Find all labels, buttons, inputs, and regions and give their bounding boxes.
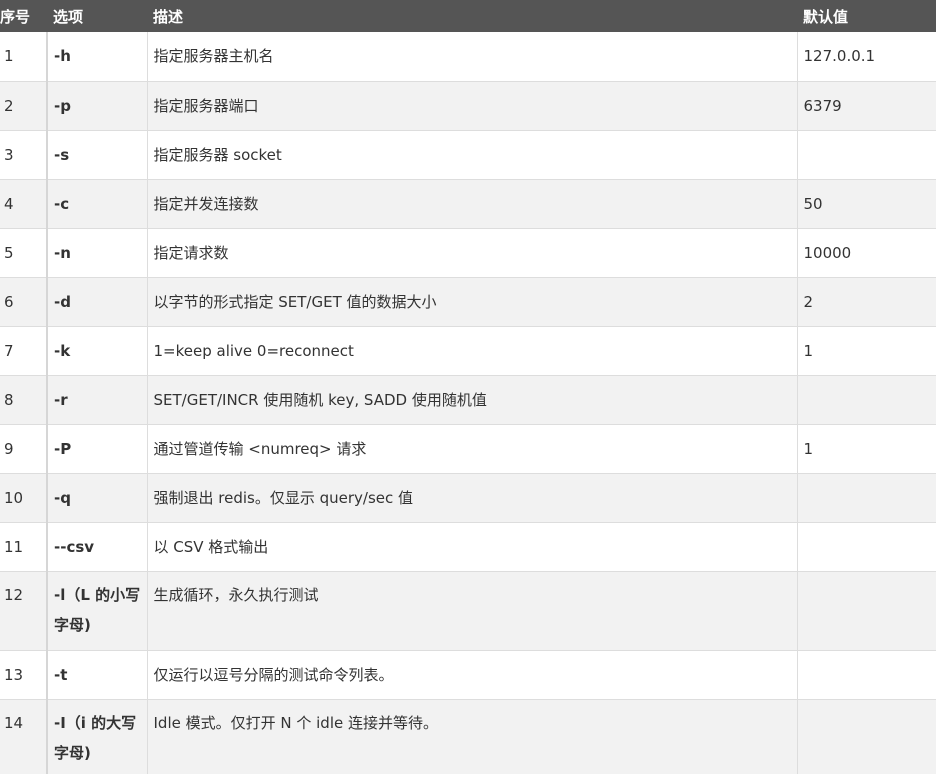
cell-no: 7 xyxy=(0,326,47,376)
cell-description: 指定并发连接数 xyxy=(146,179,797,229)
cell-no: 14 xyxy=(0,699,47,774)
cell-default xyxy=(796,473,936,523)
cell-option: -q xyxy=(46,473,147,523)
cell-description: 指定服务器 socket xyxy=(146,130,797,180)
header-description: 描述 xyxy=(153,7,184,26)
cell-default xyxy=(796,650,936,700)
cell-description: 以字节的形式指定 SET/GET 值的数据大小 xyxy=(146,277,797,327)
table-row: 13 -t 仅运行以逗号分隔的测试命令列表。 xyxy=(0,650,936,700)
table-row: 1 -h 指定服务器主机名 127.0.0.1 xyxy=(0,32,936,82)
cell-default: 10000 xyxy=(796,228,936,278)
cell-description: 通过管道传输 <numreq> 请求 xyxy=(146,424,797,474)
cell-description: 指定服务器主机名 xyxy=(146,32,797,82)
cell-option: -p xyxy=(46,81,147,131)
cell-option: -h xyxy=(46,32,147,82)
cell-no: 9 xyxy=(0,424,47,474)
cell-default: 1 xyxy=(796,424,936,474)
cell-option: -l（L 的小写字母) xyxy=(46,571,147,651)
cell-description: 强制退出 redis。仅显示 query/sec 值 xyxy=(146,473,797,523)
table-row: 4 -c 指定并发连接数 50 xyxy=(0,179,936,229)
cell-description: 指定服务器端口 xyxy=(146,81,797,131)
cell-option: -d xyxy=(46,277,147,327)
table-row: 3 -s 指定服务器 socket xyxy=(0,130,936,180)
cell-option: -P xyxy=(46,424,147,474)
cell-default: 1 xyxy=(796,326,936,376)
table-row: 10 -q 强制退出 redis。仅显示 query/sec 值 xyxy=(0,473,936,523)
table-row: 9 -P 通过管道传输 <numreq> 请求 1 xyxy=(0,424,936,474)
cell-no: 1 xyxy=(0,32,47,82)
cell-no: 6 xyxy=(0,277,47,327)
cell-description: SET/GET/INCR 使用随机 key, SADD 使用随机值 xyxy=(146,375,797,425)
cell-no: 8 xyxy=(0,375,47,425)
cell-no: 12 xyxy=(0,571,47,651)
cell-no: 10 xyxy=(0,473,47,523)
cell-default xyxy=(796,522,936,572)
table-header-row: 序号 选项 描述 默认值 xyxy=(0,0,936,32)
cell-default xyxy=(796,571,936,651)
cell-no: 2 xyxy=(0,81,47,131)
cell-description: Idle 模式。仅打开 N 个 idle 连接并等待。 xyxy=(146,699,797,774)
cell-option: -k xyxy=(46,326,147,376)
cell-no: 11 xyxy=(0,522,47,572)
table-row: 2 -p 指定服务器端口 6379 xyxy=(0,81,936,131)
cell-default xyxy=(796,699,936,774)
cell-option: -I（i 的大写字母) xyxy=(46,699,147,774)
cell-no: 3 xyxy=(0,130,47,180)
table-row: 7 -k 1=keep alive 0=reconnect 1 xyxy=(0,326,936,376)
table-row: 12 -l（L 的小写字母) 生成循环，永久执行测试 xyxy=(0,571,936,651)
table-row: 5 -n 指定请求数 10000 xyxy=(0,228,936,278)
cell-option: -r xyxy=(46,375,147,425)
cell-no: 13 xyxy=(0,650,47,700)
cell-description: 生成循环，永久执行测试 xyxy=(146,571,797,651)
cell-description: 1=keep alive 0=reconnect xyxy=(146,326,797,376)
cell-description: 指定请求数 xyxy=(146,228,797,278)
header-no: 序号 xyxy=(0,7,31,26)
cell-option: -t xyxy=(46,650,147,700)
table-row: 8 -r SET/GET/INCR 使用随机 key, SADD 使用随机值 xyxy=(0,375,936,425)
cell-default: 2 xyxy=(796,277,936,327)
cell-default: 50 xyxy=(796,179,936,229)
header-option: 选项 xyxy=(53,7,84,26)
table-row: 11 --csv 以 CSV 格式输出 xyxy=(0,522,936,572)
cell-no: 4 xyxy=(0,179,47,229)
cell-description: 仅运行以逗号分隔的测试命令列表。 xyxy=(146,650,797,700)
cell-description: 以 CSV 格式输出 xyxy=(146,522,797,572)
cell-option: -s xyxy=(46,130,147,180)
cell-option: -n xyxy=(46,228,147,278)
table-row: 6 -d 以字节的形式指定 SET/GET 值的数据大小 2 xyxy=(0,277,936,327)
cell-default xyxy=(796,130,936,180)
header-default: 默认值 xyxy=(803,7,849,26)
cell-option: --csv xyxy=(46,522,147,572)
options-table: 序号 选项 描述 默认值 1 -h 指定服务器主机名 127.0.0.1 2 -… xyxy=(0,0,936,774)
cell-default: 6379 xyxy=(796,81,936,131)
table-row: 14 -I（i 的大写字母) Idle 模式。仅打开 N 个 idle 连接并等… xyxy=(0,699,936,774)
cell-default: 127.0.0.1 xyxy=(796,32,936,82)
cell-no: 5 xyxy=(0,228,47,278)
cell-option: -c xyxy=(46,179,147,229)
cell-default xyxy=(796,375,936,425)
